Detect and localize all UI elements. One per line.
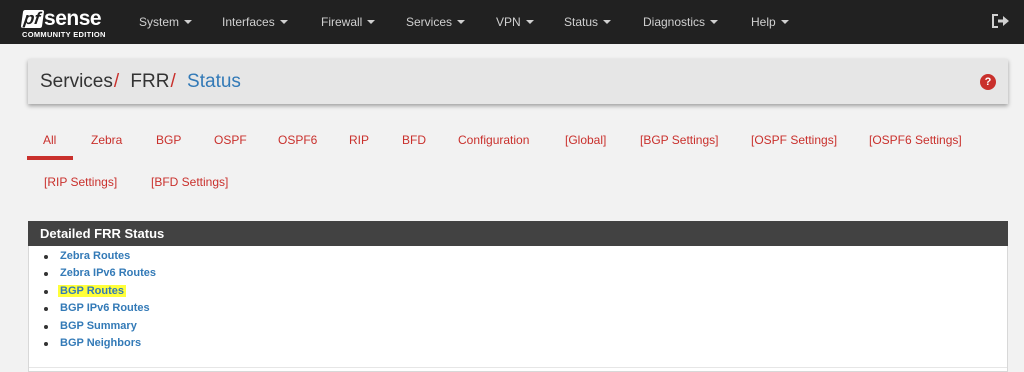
nav-menu-interfaces[interactable]: Interfaces <box>222 0 288 44</box>
logo-sense-text: sense <box>44 7 102 30</box>
nav-menu-status[interactable]: Status <box>564 0 612 44</box>
list-item: Zebra Routes <box>44 248 156 265</box>
tab-bgp-settings[interactable]: [BGP Settings] <box>640 130 719 150</box>
list-item: BGP Neighbors <box>44 335 156 352</box>
link-bgp-routes[interactable]: BGP Routes <box>58 284 126 297</box>
nav-menu-label: Status <box>564 15 599 29</box>
tab-ospf6[interactable]: OSPF6 <box>278 130 317 150</box>
bullet-icon <box>44 307 48 312</box>
logo-pf-mark: pf <box>20 9 45 28</box>
link-zebra-ipv6-routes[interactable]: Zebra IPv6 Routes <box>60 267 156 279</box>
nav-menu-label: VPN <box>496 15 521 29</box>
list-item: BGP Summary <box>44 318 156 335</box>
caret-down-icon <box>710 19 719 24</box>
tab-global[interactable]: [Global] <box>565 130 606 150</box>
tab-bfd-settings[interactable]: [BFD Settings] <box>151 172 228 192</box>
panel-title: Detailed FRR Status <box>28 221 1008 246</box>
tab-ospf-settings[interactable]: [OSPF Settings] <box>751 130 837 150</box>
nav-menu-label: Interfaces <box>222 15 275 29</box>
tab-rip[interactable]: RIP <box>349 130 369 150</box>
caret-down-icon <box>457 19 466 24</box>
bullet-icon <box>44 341 48 346</box>
bullet-icon <box>44 289 48 294</box>
breadcrumb-status[interactable]: Status <box>187 71 241 92</box>
tab-ospf6-settings[interactable]: [OSPF6 Settings] <box>869 130 962 150</box>
caret-down-icon <box>525 19 534 24</box>
breadcrumb-separator: / <box>113 71 120 92</box>
nav-menu-label: Firewall <box>321 15 363 29</box>
question-circle-icon[interactable]: ? <box>980 74 996 90</box>
caret-down-icon <box>780 19 789 24</box>
bullet-icon <box>44 255 48 259</box>
tab-bfd[interactable]: BFD <box>402 130 426 150</box>
list-item: BGP Routes <box>44 283 156 300</box>
nav-menu-label: System <box>139 15 180 29</box>
panel-divider <box>29 367 1007 368</box>
breadcrumb-separator: / <box>170 71 176 92</box>
nav-menu-help[interactable]: Help <box>751 0 789 44</box>
breadcrumb-frr[interactable]: FRR <box>130 71 169 92</box>
caret-down-icon <box>603 19 612 24</box>
nav-menu-label: Help <box>751 15 776 29</box>
link-bgp-neighbors[interactable]: BGP Neighbors <box>60 337 141 349</box>
logo-edition-text: COMMUNITY EDITION <box>22 30 106 39</box>
link-zebra-routes[interactable]: Zebra Routes <box>60 250 130 262</box>
tab-bgp[interactable]: BGP <box>156 130 181 150</box>
top-navbar: pf sense COMMUNITY EDITION System Interf… <box>0 0 1024 44</box>
caret-down-icon <box>184 19 193 24</box>
list-item: Zebra IPv6 Routes <box>44 265 156 282</box>
nav-menu-services[interactable]: Services <box>406 0 466 44</box>
tab-rip-settings[interactable]: [RIP Settings] <box>44 172 117 192</box>
nav-menu-label: Diagnostics <box>643 15 706 29</box>
nav-menu-system[interactable]: System <box>139 0 193 44</box>
nav-menu-label: Services <box>406 15 453 29</box>
bullet-icon <box>44 324 48 329</box>
tab-ospf[interactable]: OSPF <box>214 130 247 150</box>
link-bgp-summary[interactable]: BGP Summary <box>60 320 137 332</box>
breadcrumb-services[interactable]: Services <box>40 71 113 92</box>
link-bgp-ipv6-routes[interactable]: BGP IPv6 Routes <box>60 302 150 314</box>
active-tab-indicator <box>27 156 73 160</box>
caret-down-icon <box>279 19 288 24</box>
tab-all[interactable]: All <box>43 130 56 150</box>
list-item: BGP IPv6 Routes <box>44 300 156 317</box>
nav-menu-vpn[interactable]: VPN <box>496 0 534 44</box>
sign-out-icon[interactable] <box>990 12 1010 30</box>
nav-menu-diagnostics[interactable]: Diagnostics <box>643 0 719 44</box>
pfsense-logo[interactable]: pf sense COMMUNITY EDITION <box>20 6 118 42</box>
caret-down-icon <box>367 19 376 24</box>
bullet-icon <box>44 272 48 277</box>
nav-menu-firewall[interactable]: Firewall <box>321 0 376 44</box>
tab-zebra[interactable]: Zebra <box>91 130 122 150</box>
status-link-list: Zebra Routes Zebra IPv6 Routes BGP Route… <box>44 248 156 352</box>
breadcrumb: Services/ FRR/ Status <box>40 59 241 104</box>
breadcrumb-panel: Services/ FRR/ Status <box>28 59 1008 104</box>
tab-configuration[interactable]: Configuration <box>458 130 529 150</box>
